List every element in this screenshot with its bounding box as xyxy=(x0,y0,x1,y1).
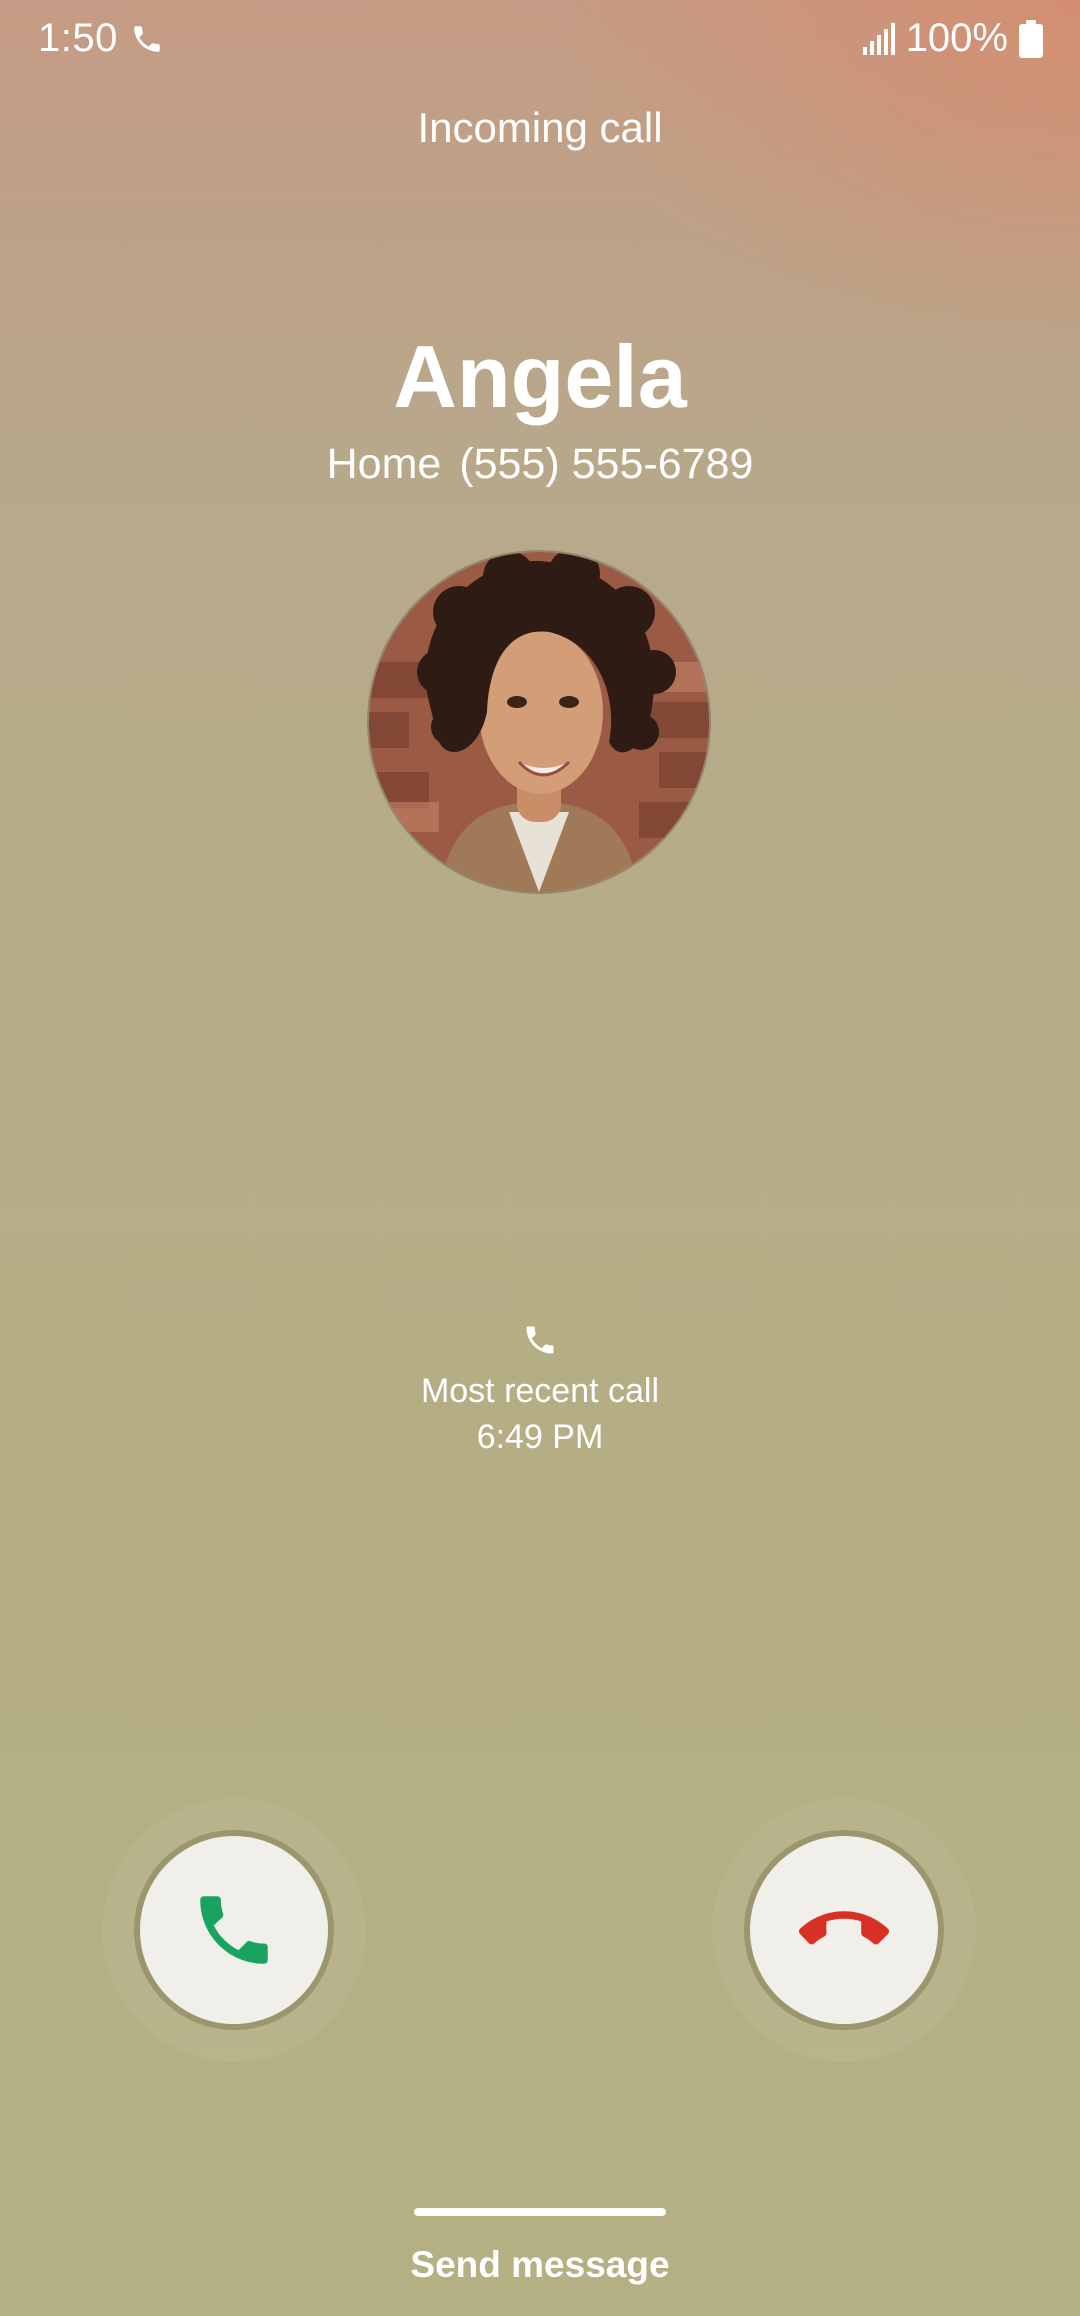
battery-icon xyxy=(1019,19,1043,58)
phone-answer-icon xyxy=(200,1896,268,1964)
phone-icon xyxy=(134,26,160,52)
battery-percentage: 100% xyxy=(905,16,1008,60)
recent-call-label: Most recent call xyxy=(420,1372,660,1410)
phone-icon xyxy=(526,1326,554,1354)
status-bar: 1:50 100% xyxy=(0,0,1080,80)
status-time: 1:50 xyxy=(38,16,118,60)
recent-call-info: Most recent call 6:49 PM xyxy=(0,1322,1080,1460)
accept-call-button[interactable] xyxy=(140,1836,328,2024)
phone-hangup-icon xyxy=(799,1911,889,1945)
decline-call-button[interactable] xyxy=(750,1836,938,2024)
number-type: Home xyxy=(326,440,442,488)
call-state-label: Incoming call xyxy=(417,104,663,151)
status-indicators: 100% xyxy=(862,16,1044,61)
recent-call-time: 6:49 PM xyxy=(476,1418,604,1456)
decline-call-area xyxy=(712,1798,976,2062)
accept-call-area xyxy=(102,1798,366,2062)
caller-avatar xyxy=(369,552,709,892)
signal-icon xyxy=(862,22,895,55)
caller-number-line: Home (555) 555-6789 xyxy=(0,440,1080,489)
send-message-handle[interactable] xyxy=(414,2208,666,2216)
caller-name: Angela xyxy=(393,327,687,426)
phone-number: (555) 555-6789 xyxy=(459,440,754,488)
send-message-button[interactable]: Send message xyxy=(0,2244,1080,2286)
